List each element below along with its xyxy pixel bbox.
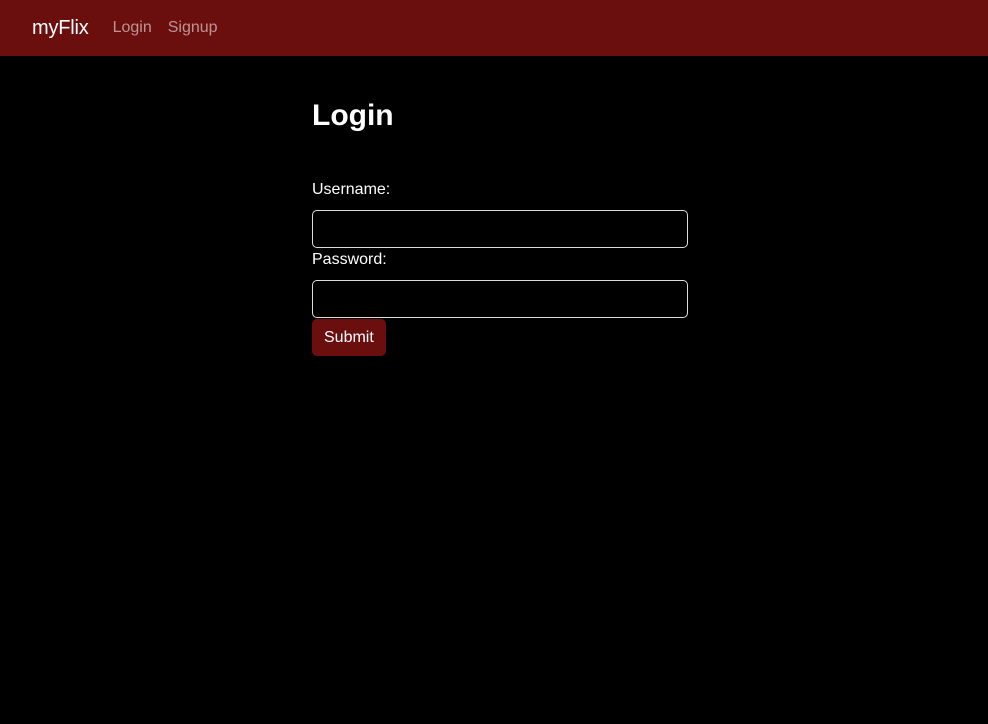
nav-link-signup[interactable]: Signup: [168, 19, 218, 37]
username-input[interactable]: [312, 210, 688, 248]
submit-button[interactable]: Submit: [312, 319, 386, 356]
nav-link-login[interactable]: Login: [113, 19, 152, 37]
brand-logo-link[interactable]: myFlix: [32, 17, 89, 40]
login-container: Login Username: Password: Submit: [312, 56, 688, 356]
username-label: Username:: [312, 181, 391, 198]
password-input[interactable]: [312, 280, 688, 318]
page-title: Login: [312, 99, 394, 132]
login-form: Username: Password: Submit: [312, 180, 688, 356]
top-navbar: myFlix Login Signup: [0, 0, 988, 56]
password-label: Password:: [312, 251, 387, 268]
